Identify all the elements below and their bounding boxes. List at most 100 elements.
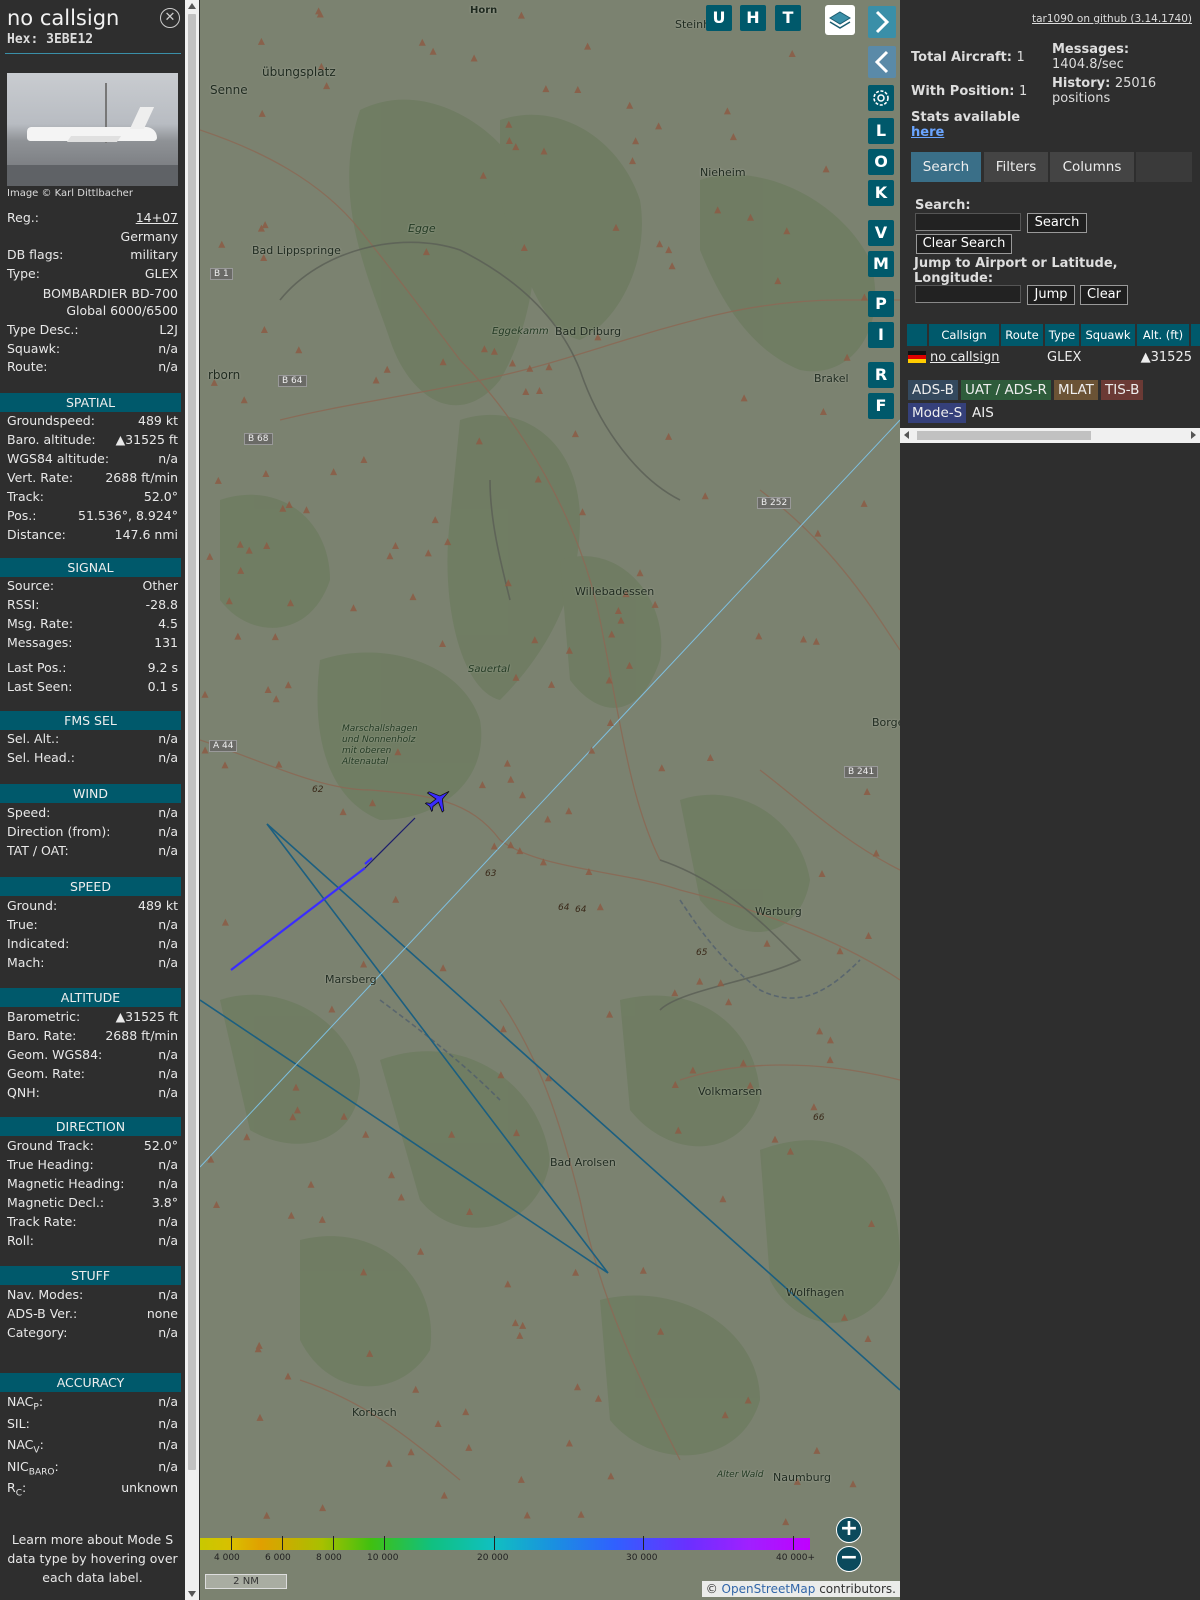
signal-last-seen-label[interactable]: Last Seen: <box>7 678 72 696</box>
direction-track-rate-label[interactable]: Track Rate: <box>7 1213 77 1231</box>
signal-source-label[interactable]: Source: <box>7 577 54 595</box>
wind-speed-label[interactable]: Speed: <box>7 804 50 822</box>
route-label[interactable]: Route: <box>7 358 48 376</box>
accuracy-sil-label[interactable]: SIL: <box>7 1415 30 1433</box>
spatial-groundspeed-label[interactable]: Groundspeed: <box>7 412 95 430</box>
map-toggle-i-button[interactable]: I <box>868 322 894 348</box>
accuracy-nacp-label[interactable]: NACP: <box>7 1393 43 1417</box>
stats-link[interactable]: here <box>911 125 944 140</box>
zoom-out-button[interactable]: − <box>836 1546 862 1572</box>
spatial-track-label[interactable]: Track: <box>7 488 44 506</box>
place-label: Alter Wald <box>717 1470 764 1480</box>
stuff-nav-modes-label[interactable]: Nav. Modes: <box>7 1286 83 1304</box>
column-altitude[interactable]: Alt. (ft) <box>1137 324 1189 346</box>
speed-ground-label[interactable]: Ground: <box>7 897 57 915</box>
wind-direction-from-label[interactable]: Direction (from): <box>7 823 111 841</box>
source-filter-mode-s[interactable]: Mode-S <box>908 403 967 423</box>
map-toggle-o-button[interactable]: O <box>868 149 894 175</box>
map-toggle-v-button[interactable]: V <box>868 220 894 246</box>
accuracy-nicbaro-label[interactable]: NICBARO: <box>7 1458 59 1482</box>
source-filter-ais[interactable]: AIS <box>968 403 998 423</box>
squawk-label[interactable]: Squawk: <box>7 340 60 358</box>
row-type[interactable]: GLEX <box>1047 348 1081 368</box>
clear-search-button[interactable]: Clear Search <box>916 234 1012 254</box>
map-toggle-u-button[interactable]: U <box>706 5 732 31</box>
direction-true-heading-label[interactable]: True Heading: <box>7 1156 94 1174</box>
reg-label[interactable]: Reg.: <box>7 209 39 227</box>
map-toggle-l-button[interactable]: L <box>868 118 894 144</box>
jump-button[interactable]: Jump <box>1027 285 1075 305</box>
direction-magnetic-heading-label[interactable]: Magnetic Heading: <box>7 1175 124 1193</box>
search-input[interactable] <box>915 213 1021 231</box>
column-squawk[interactable]: Squawk <box>1081 324 1135 346</box>
jump-input[interactable] <box>915 285 1021 303</box>
reg-value[interactable]: 14+07 <box>136 209 178 227</box>
source-filter-tis-b[interactable]: TIS-B <box>1101 380 1144 400</box>
prev-aircraft-button[interactable] <box>868 46 896 78</box>
messages-stat: Messages: 1404.8/sec <box>1052 42 1130 72</box>
github-link[interactable]: tar1090 on github (3.14.1740) <box>1032 13 1192 25</box>
row-altitude[interactable]: ▲31525 <box>1140 348 1192 368</box>
altitude-qnh-label[interactable]: QNH: <box>7 1084 40 1102</box>
accuracy-rc-label[interactable]: RC: <box>7 1479 26 1503</box>
map-toggle-p-button[interactable]: P <box>868 291 894 317</box>
map-toggle-f-button[interactable]: F <box>868 393 894 419</box>
spatial-baro-altitude-label[interactable]: Baro. altitude: <box>7 431 96 449</box>
map-toggle-k-button[interactable]: K <box>868 180 894 206</box>
layers-button[interactable] <box>825 5 855 35</box>
tab-search[interactable]: Search <box>911 152 981 182</box>
search-button[interactable]: Search <box>1027 213 1087 233</box>
stuff-ads-b-ver-label[interactable]: ADS-B Ver.: <box>7 1305 77 1323</box>
speed-true-label[interactable]: True: <box>7 916 38 934</box>
info-panel-scrollbar[interactable] <box>185 0 199 1600</box>
row-callsign[interactable]: no callsign <box>930 348 1000 368</box>
close-info-button[interactable]: ✕ <box>160 8 180 28</box>
altitude-barometric-label[interactable]: Barometric: <box>7 1008 80 1026</box>
wind-tat-oat-label[interactable]: TAT / OAT: <box>7 842 69 860</box>
altitude-geom-wgs84-label[interactable]: Geom. WGS84: <box>7 1046 102 1064</box>
fms-sel-head-label[interactable]: Sel. Head.: <box>7 749 75 767</box>
speed-mach-label[interactable]: Mach: <box>7 954 44 972</box>
signal-last-pos-label[interactable]: Last Pos.: <box>7 659 66 677</box>
map-toggle-m-button[interactable]: M <box>868 251 894 277</box>
spatial-wgs84-altitude-label[interactable]: WGS84 altitude: <box>7 450 109 468</box>
osm-link[interactable]: OpenStreetMap <box>722 1582 816 1596</box>
type-label[interactable]: Type: <box>7 265 40 283</box>
list-horizontal-scrollbar[interactable] <box>900 428 1200 443</box>
map-toggle-t-button[interactable]: T <box>775 5 801 31</box>
column-type[interactable]: Type <box>1045 324 1079 346</box>
tab-columns[interactable]: Columns <box>1050 152 1134 182</box>
altitude-geom-rate-label[interactable]: Geom. Rate: <box>7 1065 85 1083</box>
source-filter-ads-b[interactable]: ADS-B <box>908 380 958 400</box>
zoom-in-button[interactable]: + <box>836 1517 862 1543</box>
altitude-baro-rate-label[interactable]: Baro. Rate: <box>7 1027 76 1045</box>
clear-jump-button[interactable]: Clear <box>1080 285 1128 305</box>
stuff-category-label[interactable]: Category: <box>7 1324 67 1342</box>
direction-magnetic-decl-label[interactable]: Magnetic Decl.: <box>7 1194 104 1212</box>
spatial-distance-label[interactable]: Distance: <box>7 526 66 544</box>
spatial-pos-label[interactable]: Pos.: <box>7 507 36 525</box>
speed-indicated-label[interactable]: Indicated: <box>7 935 69 953</box>
column-callsign[interactable]: Callsign <box>929 324 999 346</box>
map-view[interactable]: Horn Steinh übungsplatz Senne Nieheim Bad Lip… <box>200 0 900 1600</box>
column-route[interactable]: Route <box>1001 324 1043 346</box>
source-filter-uat-ads-r[interactable]: UAT / ADS-R <box>961 380 1051 400</box>
direction-roll-label[interactable]: Roll: <box>7 1232 34 1250</box>
direction-ground-track-label[interactable]: Ground Track: <box>7 1137 94 1155</box>
signal-msg-rate-label[interactable]: Msg. Rate: <box>7 615 73 633</box>
source-filter-mlat[interactable]: MLAT <box>1054 380 1098 400</box>
signal-rssi-label[interactable]: RSSI: <box>7 596 39 614</box>
altitude-scale-label: 8 000 <box>316 1553 342 1563</box>
map-toggle-h-button[interactable]: H <box>740 5 766 31</box>
signal-messages-label[interactable]: Messages: <box>7 634 73 652</box>
spatial-vert-rate-label[interactable]: Vert. Rate: <box>7 469 73 487</box>
tab-filters[interactable]: Filters <box>984 152 1048 182</box>
next-aircraft-button[interactable] <box>868 6 896 38</box>
aircraft-photo[interactable] <box>7 73 178 186</box>
fms-sel-alt-label[interactable]: Sel. Alt.: <box>7 730 59 748</box>
type-desc-label[interactable]: Type Desc.: <box>7 321 79 339</box>
settings-button[interactable] <box>868 85 894 111</box>
accuracy-nacv-label[interactable]: NACV: <box>7 1436 44 1460</box>
map-toggle-r-button[interactable]: R <box>868 362 894 388</box>
db-flags-label[interactable]: DB flags: <box>7 246 63 264</box>
